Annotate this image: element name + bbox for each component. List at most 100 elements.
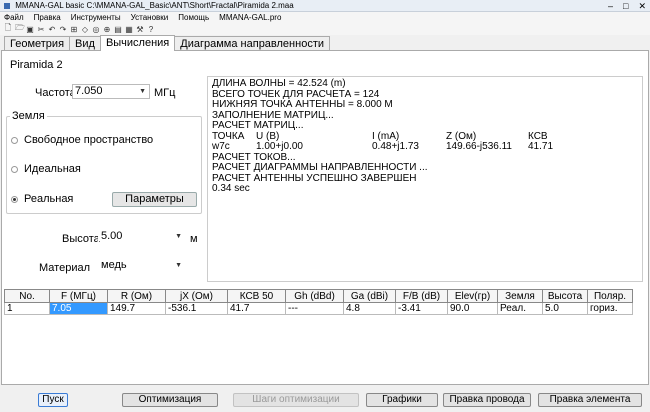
radio-selected-icon[interactable] xyxy=(11,195,18,203)
geometry-icon[interactable]: ◇ xyxy=(81,25,89,34)
col-ground[interactable]: Земля xyxy=(497,289,543,303)
open-file-icon[interactable]: 🗁 xyxy=(15,22,25,36)
menu-edit[interactable]: Правка xyxy=(34,12,61,23)
output-log[interactable]: ДЛИНА ВОЛНЫ = 42.524 (m) ВСЕГО ТОЧЕК ДЛЯ… xyxy=(207,76,643,282)
view-icon[interactable]: ◎ xyxy=(92,25,100,34)
tab-view[interactable]: Вид xyxy=(69,36,101,51)
radio-free-space[interactable]: Свободное пространство xyxy=(11,134,153,146)
build-icon[interactable]: ▤ xyxy=(114,25,122,34)
window-controls: – □ ✕ xyxy=(608,0,646,11)
chevron-down-icon[interactable]: ▼ xyxy=(175,230,182,243)
height-value: 5.00 xyxy=(101,230,123,242)
graphs-button[interactable]: Графики xyxy=(366,393,438,407)
radio-free-space-label: Свободное пространство xyxy=(24,134,154,146)
col-polarization[interactable]: Поляр. xyxy=(587,289,633,303)
material-label: Материал xyxy=(39,262,90,274)
height-combo[interactable]: 5.00 ▼ xyxy=(98,229,186,244)
results-table[interactable]: No. F (МГц) R (Ом) jX (Ом) КСВ 50 Gh (dB… xyxy=(4,289,633,315)
close-button[interactable]: ✕ xyxy=(638,0,646,11)
menu-pro[interactable]: MMANA-GAL.pro xyxy=(219,12,281,23)
antenna-name: Piramida 2 xyxy=(10,59,63,71)
table-cell[interactable]: Реал. xyxy=(497,302,543,315)
chevron-down-icon[interactable]: ▼ xyxy=(175,259,182,272)
app-icon xyxy=(4,2,10,9)
output-cell: 41.71 xyxy=(528,141,554,152)
table-icon[interactable]: ▦ xyxy=(125,25,133,34)
table-cell[interactable]: -536.1 xyxy=(165,302,228,315)
height-label: Высота xyxy=(62,233,100,245)
maximize-button[interactable]: □ xyxy=(623,0,628,11)
tab-bar: Геометрия Вид Вычисления Диаграмма напра… xyxy=(4,35,331,51)
radio-circle-icon[interactable] xyxy=(11,136,18,144)
window-title: MMANA-GAL basic C:\MMANA-GAL_Basic\ANT\S… xyxy=(15,1,294,10)
col-jx[interactable]: jX (Ом) xyxy=(165,289,228,303)
material-combo[interactable]: медь ▼ xyxy=(98,258,186,273)
col-gh[interactable]: Gh (dBd) xyxy=(285,289,344,303)
results-header-row: No. F (МГц) R (Ом) jX (Ом) КСВ 50 Gh (dB… xyxy=(4,289,633,303)
calculation-panel: Piramida 2 Частота 7.050 ▼ МГц Земля Сво… xyxy=(1,50,649,385)
parameters-button[interactable]: Параметры xyxy=(112,192,197,207)
col-swr50[interactable]: КСВ 50 xyxy=(227,289,286,303)
new-file-icon[interactable]: 🗋 xyxy=(4,22,12,36)
table-cell[interactable]: 1 xyxy=(4,302,50,315)
optimization-steps-button[interactable]: Шаги оптимизации xyxy=(233,393,359,407)
tab-geometry[interactable]: Геометрия xyxy=(4,36,71,51)
undo-icon[interactable]: ↶ xyxy=(48,25,56,34)
zoom-icon[interactable]: ⊕ xyxy=(103,25,111,34)
output-line: РАСЧЕТ ДИАГРАММЫ НАПРАВЛЕННОСТИ ... xyxy=(212,162,428,173)
table-row[interactable]: 1 7.05 149.7 -536.1 41.7 --- 4.8 -3.41 9… xyxy=(4,302,633,315)
col-elev[interactable]: Elev(гр) xyxy=(447,289,498,303)
frequency-combo[interactable]: 7.050 ▼ xyxy=(72,84,150,99)
help-icon[interactable]: ? xyxy=(147,25,155,34)
table-cell[interactable]: 90.0 xyxy=(447,302,498,315)
tab-pattern[interactable]: Диаграмма направленности xyxy=(174,36,331,51)
tab-calculation[interactable]: Вычисления xyxy=(99,35,176,51)
table-cell[interactable]: гориз. xyxy=(587,302,633,315)
radio-real-label: Реальная xyxy=(24,193,74,205)
output-cell: 1.00+j0.00 xyxy=(256,141,303,152)
radio-circle-icon[interactable] xyxy=(11,165,18,173)
cut-icon[interactable]: ✂ xyxy=(37,25,45,34)
ground-title: Земля xyxy=(10,110,47,122)
table-cell[interactable]: --- xyxy=(285,302,344,315)
menu-bar: Файл Правка Инструменты Установки Помощь… xyxy=(0,12,650,23)
minimize-button[interactable]: – xyxy=(608,0,613,11)
menu-tools[interactable]: Инструменты xyxy=(71,12,121,23)
col-height[interactable]: Высота xyxy=(542,289,588,303)
toolbar: 🗋 🗁 ▣ ✂ ↶ ↷ ⊞ ◇ ◎ ⊕ ▤ ▦ ⚒ ? xyxy=(0,23,650,35)
col-frequency[interactable]: F (МГц) xyxy=(49,289,108,303)
height-unit: м xyxy=(190,233,198,245)
save-icon[interactable]: ▣ xyxy=(26,25,34,34)
start-button[interactable]: Пуск xyxy=(38,393,68,407)
output-table-row: w7c 1.00+j0.00 0.48+j1.73 149.66-j536.11… xyxy=(212,141,638,153)
col-no[interactable]: No. xyxy=(4,289,50,303)
optimize-button[interactable]: Оптимизация xyxy=(122,393,218,407)
table-cell[interactable]: 41.7 xyxy=(227,302,286,315)
table-cell[interactable]: 149.7 xyxy=(107,302,166,315)
material-value: медь xyxy=(101,259,127,271)
col-r[interactable]: R (Ом) xyxy=(107,289,166,303)
radio-real[interactable]: Реальная xyxy=(11,193,73,205)
col-ga[interactable]: Ga (dBi) xyxy=(343,289,396,303)
edit-wire-button[interactable]: Правка провода xyxy=(443,393,531,407)
chevron-down-icon[interactable]: ▼ xyxy=(139,85,146,98)
table-cell[interactable]: 4.8 xyxy=(343,302,396,315)
edit-element-button[interactable]: Правка элемента xyxy=(538,393,642,407)
calc-icon[interactable]: ⊞ xyxy=(70,25,78,34)
table-cell[interactable]: -3.41 xyxy=(395,302,448,315)
redo-icon[interactable]: ↷ xyxy=(59,25,67,34)
col-fb[interactable]: F/B (dB) xyxy=(395,289,448,303)
output-cell: w7c xyxy=(212,141,230,152)
frequency-label: Частота xyxy=(35,87,76,99)
menu-settings[interactable]: Установки xyxy=(131,12,169,23)
tools-icon[interactable]: ⚒ xyxy=(136,25,144,34)
window-title-bar: MMANA-GAL basic C:\MMANA-GAL_Basic\ANT\S… xyxy=(0,0,650,12)
menu-help[interactable]: Помощь xyxy=(178,12,209,23)
frequency-value: 7.050 xyxy=(75,85,103,97)
table-cell-selected[interactable]: 7.05 xyxy=(49,302,108,315)
radio-perfect-label: Идеальная xyxy=(24,163,81,175)
output-line: РАСЧЕТ МАТРИЦ... xyxy=(212,120,304,131)
table-cell[interactable]: 5.0 xyxy=(542,302,588,315)
radio-perfect[interactable]: Идеальная xyxy=(11,163,81,175)
output-cell: 149.66-j536.11 xyxy=(446,141,512,152)
